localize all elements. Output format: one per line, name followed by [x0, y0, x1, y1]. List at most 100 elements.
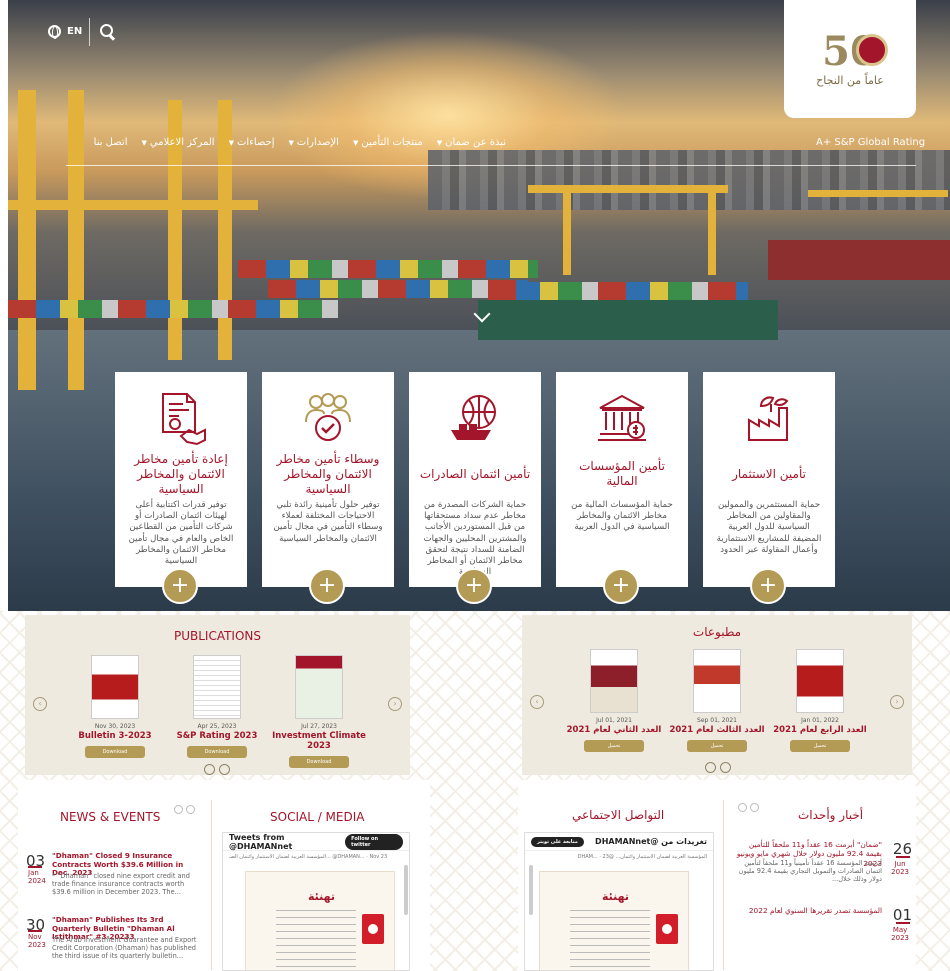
- nav-label: منتجات التأمين: [361, 137, 423, 148]
- card-expand-button[interactable]: +: [456, 568, 492, 604]
- arrow-left-icon[interactable]: ‹: [33, 697, 47, 711]
- download-button[interactable]: تحميل: [584, 740, 644, 752]
- nav-item-statistics[interactable]: إحصاءات ▼: [229, 137, 275, 148]
- arrow-right-icon[interactable]: ›: [388, 697, 402, 711]
- news-excerpt: * "Dhaman" closed nine export credit and…: [52, 872, 190, 897]
- bank-icon: [594, 390, 650, 446]
- nav-item-publications[interactable]: الإصدارات ▼: [289, 137, 339, 148]
- news-pager: [174, 805, 195, 814]
- crane-left-2: [68, 90, 84, 390]
- news-month-year: Jan 2024: [28, 869, 46, 885]
- card-brokers[interactable]: وسطاء تأمين مخاطر الائتمان والمخاطر السي…: [262, 372, 394, 587]
- follow-button[interactable]: Follow on twitter: [345, 833, 403, 850]
- main-nav: نبذة عن ضمان ▼ منتجات التأمين ▼ الإصدارات ▼…: [66, 137, 506, 148]
- news-pager: [738, 803, 759, 812]
- nav-underline: [66, 165, 916, 166]
- tweet-image[interactable]: تهنئة: [245, 871, 395, 970]
- news-excerpt: The Arab Investment Guarantee and Export…: [52, 936, 197, 961]
- language-switch[interactable]: EN: [48, 25, 82, 39]
- nav-item-about[interactable]: نبذة عن ضمان ▼: [437, 137, 506, 148]
- card-description: توفير حلول تأمينية رائدة تلبي الاحتياجات…: [273, 500, 383, 544]
- twitter-feed[interactable]: Tweets from @DHAMANnet Follow on twitter …: [222, 832, 410, 971]
- nav-item-media[interactable]: المركز الاعلامي ▼: [141, 137, 214, 148]
- news-month-year: May 2023: [891, 926, 909, 942]
- tweet-meta: المؤسسة العربية لضمان الاستثمار وائتمان …: [229, 854, 388, 860]
- nav-item-products[interactable]: منتجات التأمين ▼: [353, 137, 423, 148]
- arrow-left-icon[interactable]: ‹: [530, 695, 544, 709]
- card-investment-insurance[interactable]: تأمين الاستثمار حماية المستثمرين والممول…: [703, 372, 835, 587]
- publication-cover: [590, 649, 638, 713]
- feed-title: Tweets from @DHAMANnet: [229, 832, 293, 851]
- card-title: تأمين ائتمان الصادرات: [419, 466, 531, 481]
- card-description: حماية المؤسسات المالية من مخاطر الائتمان…: [571, 500, 673, 533]
- publication-title: Investment Climate 2023: [272, 731, 366, 751]
- publications-ar: مطبوعات ‹ › Jan 01, 2022 العدد الرابع لع…: [522, 615, 912, 775]
- download-button[interactable]: تحميل: [790, 740, 850, 752]
- tweet-card-text: [276, 910, 356, 968]
- news-item[interactable]: 03 Jan 2024 "Dhaman" Closed 9 Insurance C…: [26, 851, 190, 908]
- publication-item[interactable]: Jul 27, 2023 Investment Climate 2023 Dow…: [269, 655, 369, 768]
- pager-prev-icon[interactable]: [204, 764, 215, 775]
- flag-icon: [362, 914, 384, 944]
- feed-scrollbar[interactable]: [529, 865, 533, 915]
- feed-scrollbar[interactable]: [404, 865, 408, 915]
- publications-pager: [705, 762, 731, 773]
- tweet-image[interactable]: تهنئة: [539, 871, 689, 970]
- download-button[interactable]: Download: [85, 746, 145, 758]
- download-button[interactable]: Download: [187, 746, 247, 758]
- card-financial-institutions[interactable]: تأمين المؤسسات المالية حماية المؤسسات ال…: [556, 372, 688, 587]
- card-expand-button[interactable]: +: [162, 568, 198, 604]
- news-item[interactable]: 30 Nov 2023 "Dhaman" Publishes Its 3rd Qu…: [26, 915, 197, 971]
- city-skyline: [428, 150, 950, 210]
- news-item[interactable]: 26 Jun 2023 "ضمان" أبرمت 16 عقداً و11 ملح…: [728, 840, 912, 900]
- news-item[interactable]: 01 May 2023 المؤسسة تصدر تقريرها السنوي ل…: [728, 906, 912, 956]
- pager-next-icon[interactable]: [750, 803, 759, 812]
- download-button[interactable]: Download: [289, 756, 349, 768]
- publication-item[interactable]: Sep 01, 2021 العدد الثالث لعام 2021 تحمي…: [667, 649, 767, 752]
- pager-next-icon[interactable]: [186, 805, 195, 814]
- follow-button[interactable]: متابعة على تويتر: [531, 836, 584, 847]
- card-description: حماية المستثمرين والممولين والمقاولين من…: [716, 500, 822, 555]
- nav-item-contact[interactable]: اتصل بنا: [94, 137, 128, 148]
- publication-item[interactable]: Jul 01, 2021 العدد الثاني لعام 2021 تحمي…: [564, 649, 664, 752]
- globe-ship-icon: [447, 390, 503, 446]
- news-year: 2023: [891, 868, 909, 877]
- news-heading: أخبار وأحداث: [798, 808, 864, 822]
- pager-prev-icon[interactable]: [738, 803, 747, 812]
- publications-heading: مطبوعات: [692, 625, 742, 639]
- tweet-meta: المؤسسة العربية لضمان الاستثمار وائتمان.…: [577, 854, 707, 860]
- twitter-feed[interactable]: تغريدات من @DHAMANnet متابعة على تويتر ال…: [524, 832, 714, 971]
- logo[interactable]: 50 عاماً من النجاح: [784, 0, 916, 118]
- date-divider: [28, 866, 42, 868]
- plant-factory-icon: [741, 390, 797, 446]
- news-title[interactable]: المؤسسة تصدر تقريرها السنوي لعام 2022: [732, 906, 882, 915]
- card-export-credit[interactable]: تأمين ائتمان الصادرات حماية الشركات المص…: [409, 372, 541, 587]
- publication-item[interactable]: Apr 25, 2023 S&P Rating 2023 Download: [167, 655, 267, 758]
- card-description: توفير قدرات اكتتابية أعلى لهيئات ائتمان …: [128, 500, 234, 566]
- crane-far: [563, 185, 571, 275]
- publication-cover: [91, 655, 139, 719]
- card-expand-button[interactable]: +: [309, 568, 345, 604]
- publication-cover: [193, 655, 241, 719]
- card-title: تأمين الاستثمار: [732, 466, 806, 481]
- news-month-year: Nov 2023: [28, 933, 46, 949]
- crane-left: [18, 90, 36, 390]
- publications-en: PUBLICATIONS ‹ › Nov 30, 2023 Bulletin 3…: [25, 615, 410, 775]
- pager-prev-icon[interactable]: [174, 805, 183, 814]
- card-title: تأمين المؤسسات المالية: [579, 459, 665, 488]
- arrow-right-icon[interactable]: ›: [890, 695, 904, 709]
- news-year: 2023: [891, 934, 909, 943]
- pager-prev-icon[interactable]: [705, 762, 716, 773]
- header-divider: [89, 18, 90, 46]
- card-expand-button[interactable]: +: [603, 568, 639, 604]
- publication-item[interactable]: Jan 01, 2022 العدد الرابع لعام 2021 تحمي…: [770, 649, 870, 752]
- card-expand-button[interactable]: +: [750, 568, 786, 604]
- news-heading: NEWS & EVENTS: [60, 810, 161, 824]
- publication-title: العدد الرابع لعام 2021: [773, 725, 867, 735]
- card-reinsurance[interactable]: إعادة تأمين مخاطر الائتمان والمخاطر السي…: [115, 372, 247, 587]
- publication-item[interactable]: Nov 30, 2023 Bulletin 3-2023 Download: [65, 655, 165, 758]
- pager-next-icon[interactable]: [219, 764, 230, 775]
- download-button[interactable]: تحميل: [687, 740, 747, 752]
- pager-next-icon[interactable]: [720, 762, 731, 773]
- search-icon[interactable]: [100, 24, 116, 40]
